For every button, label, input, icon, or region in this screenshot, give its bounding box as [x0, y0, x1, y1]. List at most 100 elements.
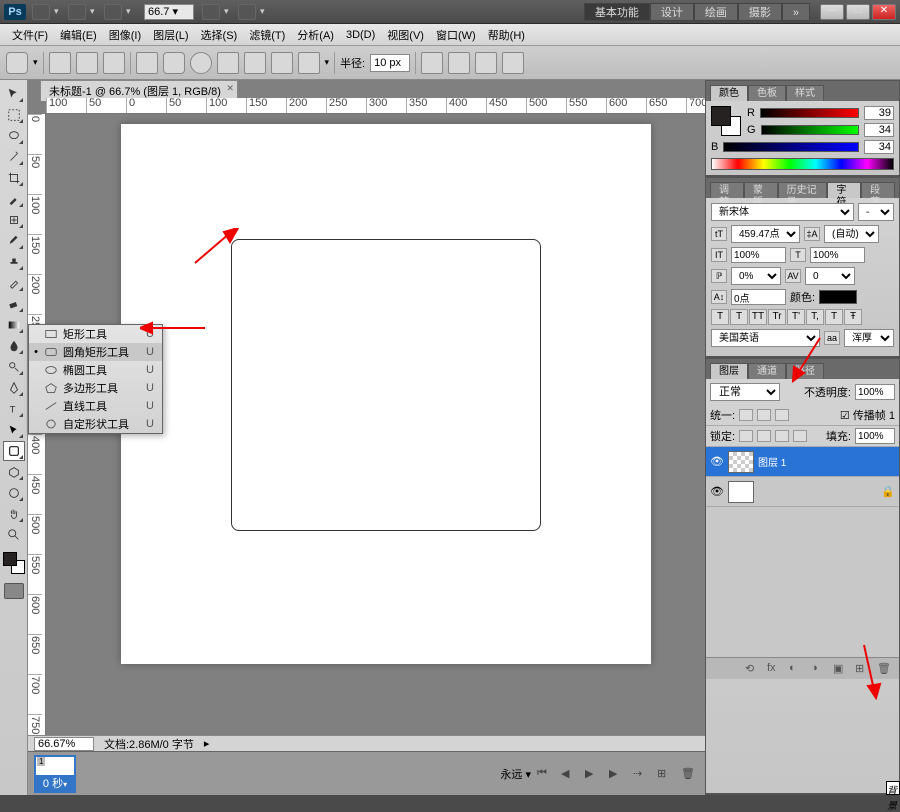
lock-paint-icon[interactable]: [757, 430, 771, 442]
aa-select[interactable]: 浑厚: [844, 329, 894, 347]
rect-shape-icon[interactable]: [136, 52, 158, 74]
rounded-rect-shape[interactable]: [231, 239, 541, 531]
flyout-ellipse[interactable]: 椭圆工具U: [29, 361, 162, 379]
lasso-tool[interactable]: [3, 126, 25, 146]
polygon-shape-icon[interactable]: [217, 52, 239, 74]
faux-italic[interactable]: T: [730, 309, 748, 325]
layer-name[interactable]: 背景: [886, 781, 900, 795]
flyout-line[interactable]: 直线工具U: [29, 397, 162, 415]
workspace-tab-design[interactable]: 设计: [650, 3, 694, 21]
baseline-input[interactable]: [731, 289, 786, 305]
menu-view[interactable]: 视图(V): [381, 25, 430, 45]
g-value[interactable]: 34: [864, 123, 894, 137]
underline[interactable]: T: [825, 309, 843, 325]
3d-tool[interactable]: [3, 462, 25, 482]
flyout-polygon[interactable]: 多边形工具U: [29, 379, 162, 397]
unify-style-icon[interactable]: [775, 409, 789, 421]
dodge-tool[interactable]: [3, 357, 25, 377]
visibility-icon[interactable]: 👁: [710, 485, 724, 499]
gradient-tool[interactable]: [3, 315, 25, 335]
next-frame-icon[interactable]: ▶: [609, 767, 627, 781]
faux-bold[interactable]: T: [711, 309, 729, 325]
combine-sub-icon[interactable]: [475, 52, 497, 74]
layers-tab[interactable]: 图层: [710, 363, 748, 379]
maximize-button[interactable]: ☐: [846, 4, 870, 20]
fill-input[interactable]: [855, 428, 895, 444]
strike[interactable]: Ŧ: [844, 309, 862, 325]
kern-input[interactable]: 0%: [731, 267, 781, 285]
layer-thumb[interactable]: [728, 451, 754, 473]
hand-tool[interactable]: [3, 504, 25, 524]
workspace-tab-essentials[interactable]: 基本功能: [584, 3, 650, 21]
r-value[interactable]: 39: [864, 106, 894, 120]
healing-tool[interactable]: [3, 210, 25, 230]
prev-frame-icon[interactable]: ◀: [561, 767, 579, 781]
small-caps[interactable]: Tr: [768, 309, 786, 325]
type-tool[interactable]: T: [3, 399, 25, 419]
character-tab[interactable]: 字符: [827, 182, 861, 198]
menu-3d[interactable]: 3D(D): [340, 27, 381, 43]
shape-layers-icon[interactable]: [49, 52, 71, 74]
mini-bridge-icon[interactable]: [68, 4, 86, 20]
track-input[interactable]: 0: [805, 267, 855, 285]
new-frame-icon[interactable]: ⊞: [657, 767, 675, 781]
menu-layer[interactable]: 图层(L): [147, 25, 194, 45]
channels-tab[interactable]: 通道: [748, 363, 786, 379]
blend-mode-select[interactable]: 正常: [710, 383, 780, 401]
lock-pos-icon[interactable]: [775, 430, 789, 442]
swatches-tab[interactable]: 色板: [748, 85, 786, 101]
3d-camera-tool[interactable]: [3, 483, 25, 503]
adjustment-icon[interactable]: ◑: [811, 662, 827, 676]
bridge-icon[interactable]: [32, 4, 50, 20]
menu-window[interactable]: 窗口(W): [430, 25, 482, 45]
menu-file[interactable]: 文件(F): [6, 25, 54, 45]
leading-input[interactable]: (自动): [824, 225, 879, 243]
unify-vis-icon[interactable]: [757, 409, 771, 421]
subscript[interactable]: T,: [806, 309, 824, 325]
menu-select[interactable]: 选择(S): [195, 25, 244, 45]
vscale-input[interactable]: [731, 247, 786, 263]
zoom-tool[interactable]: [3, 525, 25, 545]
first-frame-icon[interactable]: ⏮: [537, 767, 555, 781]
loop-select[interactable]: 永远 ▾: [500, 766, 531, 782]
combine-add-icon[interactable]: [448, 52, 470, 74]
tool-preset-icon[interactable]: [6, 52, 28, 74]
lock-trans-icon[interactable]: [739, 430, 753, 442]
screen-mode-icon[interactable]: [238, 4, 256, 20]
close-button[interactable]: ✕: [872, 4, 896, 20]
layer-item[interactable]: 👁 背景 🔒: [706, 477, 899, 507]
timeline-frame[interactable]: 1 0 秒▾: [34, 755, 76, 793]
wand-tool[interactable]: [3, 147, 25, 167]
b-value[interactable]: 34: [864, 140, 894, 154]
blur-tool[interactable]: [3, 336, 25, 356]
ellipse-shape-icon[interactable]: [190, 52, 212, 74]
fill-pixels-icon[interactable]: [103, 52, 125, 74]
minimize-button[interactable]: —: [820, 4, 844, 20]
custom-shape-icon[interactable]: [271, 52, 293, 74]
menu-analysis[interactable]: 分析(A): [291, 25, 340, 45]
combine-int-icon[interactable]: [502, 52, 524, 74]
paths-icon[interactable]: [76, 52, 98, 74]
mask-tab[interactable]: 蒙版: [744, 182, 778, 198]
status-arrow-icon[interactable]: ▸: [204, 737, 210, 750]
font-select[interactable]: 新宋体: [711, 203, 854, 221]
color-swatches[interactable]: [3, 552, 25, 574]
lock-all-icon[interactable]: [793, 430, 807, 442]
pen-shape-icon[interactable]: [298, 52, 320, 74]
zoom-level-input[interactable]: 66.7 ▾: [144, 4, 194, 20]
layer-item[interactable]: 👁 图层 1: [706, 447, 899, 477]
b-slider[interactable]: [723, 142, 859, 152]
radius-input[interactable]: [370, 54, 410, 72]
close-tab-icon[interactable]: ✕: [226, 83, 234, 94]
adjust-tab[interactable]: 调整: [710, 182, 744, 198]
group-icon[interactable]: ▣: [833, 662, 849, 676]
marquee-tool[interactable]: [3, 105, 25, 125]
menu-edit[interactable]: 编辑(E): [54, 25, 103, 45]
combine-new-icon[interactable]: [421, 52, 443, 74]
history-brush-tool[interactable]: [3, 273, 25, 293]
arrange-docs-icon[interactable]: [202, 4, 220, 20]
fx-icon[interactable]: fx: [767, 662, 783, 676]
quick-mask-icon[interactable]: [4, 583, 24, 599]
workspace-tab-painting[interactable]: 绘画: [694, 3, 738, 21]
opacity-input[interactable]: [855, 384, 895, 400]
